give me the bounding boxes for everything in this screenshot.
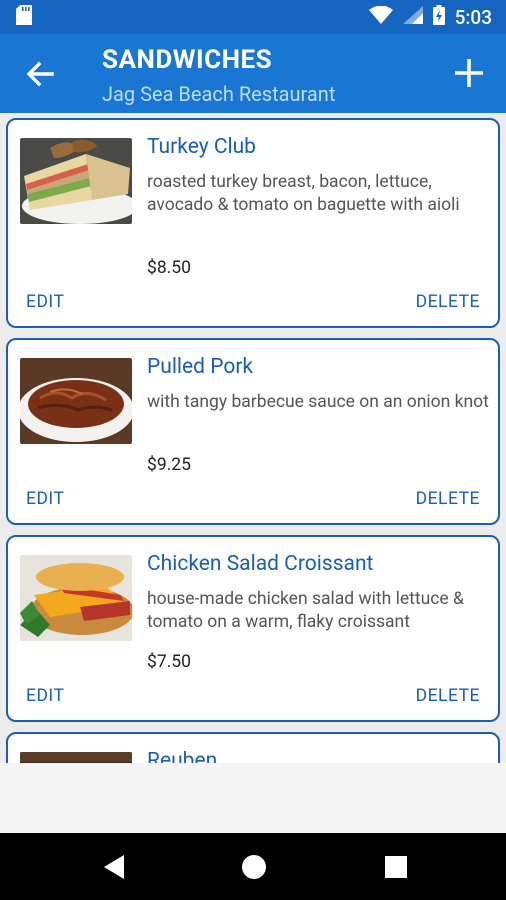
nav-back-button[interactable]: [100, 853, 128, 881]
battery-icon: [432, 5, 445, 29]
item-photo: [20, 138, 132, 224]
sd-card-icon: [16, 5, 32, 29]
item-price: $8.50: [147, 258, 191, 278]
page-title: SANDWICHES: [102, 45, 273, 75]
add-item-button[interactable]: [452, 56, 486, 90]
triangle-back-icon: [104, 855, 124, 879]
menu-item-card[interactable]: Reuben: [6, 732, 500, 763]
edit-button[interactable]: EDIT: [26, 292, 64, 312]
nav-home-button[interactable]: [240, 853, 268, 881]
page-subtitle: Jag Sea Beach Restaurant: [102, 82, 336, 106]
item-photo: [20, 358, 132, 444]
item-name: Reuben: [147, 749, 218, 763]
item-description: roasted turkey breast, bacon, lettuce, a…: [147, 172, 460, 215]
edit-button[interactable]: EDIT: [26, 489, 64, 509]
back-button[interactable]: [22, 58, 58, 90]
edit-button[interactable]: EDIT: [26, 686, 64, 706]
item-price: $9.25: [147, 455, 191, 475]
menu-item-list[interactable]: Turkey Club roasted turkey breast, bacon…: [0, 113, 506, 763]
item-name: Chicken Salad Croissant: [147, 552, 374, 576]
menu-item-card[interactable]: Chicken Salad Croissant house-made chick…: [6, 535, 500, 722]
delete-button[interactable]: DELETE: [416, 686, 480, 706]
item-description: house-made chicken salad with lettuce & …: [147, 589, 464, 632]
menu-item-card[interactable]: Turkey Club roasted turkey breast, bacon…: [6, 118, 500, 328]
square-recents-icon: [385, 856, 407, 878]
wifi-icon: [368, 5, 393, 28]
system-nav-bar: [0, 833, 506, 900]
arrow-back-icon: [26, 61, 54, 87]
item-photo: [20, 752, 132, 763]
status-bar: 5:03: [0, 0, 506, 34]
item-photo: [20, 555, 132, 641]
delete-button[interactable]: DELETE: [416, 489, 480, 509]
app-toolbar: SANDWICHES Jag Sea Beach Restaurant: [0, 34, 506, 113]
plus-icon: [455, 59, 483, 87]
item-name: Turkey Club: [147, 135, 256, 159]
cell-signal-icon: [402, 6, 423, 28]
empty-space: [0, 763, 506, 833]
item-description: with tangy barbecue sauce on an onion kn…: [147, 392, 489, 412]
nav-recents-button[interactable]: [382, 853, 410, 881]
item-price: $7.50: [147, 652, 191, 672]
item-name: Pulled Pork: [147, 355, 254, 379]
menu-item-card[interactable]: Pulled Pork with tangy barbecue sauce on…: [6, 338, 500, 525]
delete-button[interactable]: DELETE: [416, 292, 480, 312]
status-time: 5:03: [454, 5, 492, 29]
circle-home-icon: [242, 855, 266, 879]
